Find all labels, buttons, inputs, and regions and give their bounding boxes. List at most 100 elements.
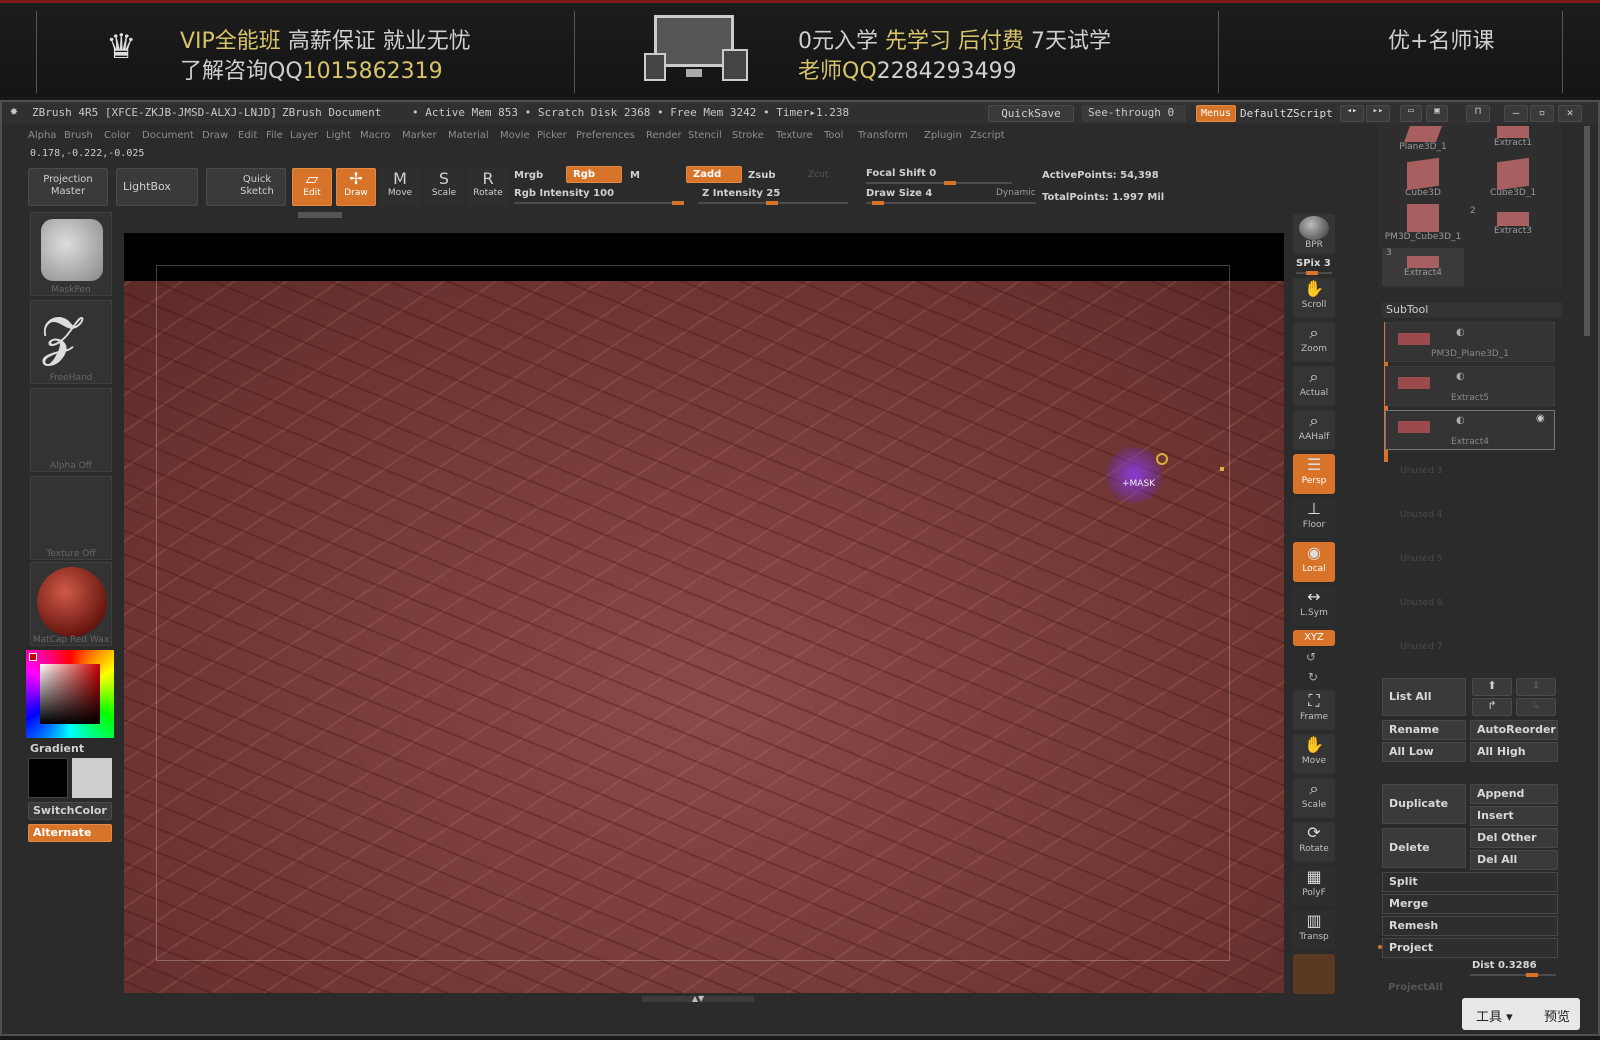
document-canvas[interactable]: +MASK: [124, 233, 1284, 993]
menu-item[interactable]: Stencil: [688, 130, 722, 141]
spix-slider[interactable]: SPix 3: [1296, 258, 1331, 269]
eye-toggle-icon[interactable]: ◐: [1456, 415, 1465, 426]
quicksave-button[interactable]: QuickSave: [988, 105, 1074, 122]
ad-banner[interactable]: ♛ VIP全能班 高薪保证 就业无忧 了解咨询QQ1015862319 0元入学…: [0, 0, 1600, 97]
zoom-button[interactable]: ⌕ Zoom: [1293, 322, 1335, 362]
draw-size-slider[interactable]: Draw Size 4: [866, 188, 932, 199]
quick-sketch-button[interactable]: Quick Sketch: [206, 168, 286, 206]
zadd-toggle[interactable]: Zadd: [686, 166, 742, 183]
alpha-selector[interactable]: Alpha Off: [30, 388, 112, 472]
tool-thumb-cube3d-1[interactable]: Cube3D_1: [1468, 157, 1558, 198]
menu-item[interactable]: Color: [104, 130, 130, 141]
local-button[interactable]: ◉ Local: [1293, 542, 1335, 582]
rotate-z-icon[interactable]: ↻: [1308, 670, 1318, 684]
layout-icon[interactable]: ▭: [1400, 105, 1422, 122]
alternate-button[interactable]: Alternate: [28, 824, 112, 842]
rotate-view-button[interactable]: ⟳ Rotate: [1293, 822, 1335, 862]
delete-button[interactable]: Delete: [1382, 828, 1466, 868]
subtool-item-pm3d-plane3d-1[interactable]: ◐ PM3D_Plane3D_1: [1385, 322, 1555, 362]
split-button[interactable]: Split: [1382, 872, 1558, 892]
subtool-up-icon[interactable]: ⬆: [1472, 678, 1512, 696]
minimize-icon[interactable]: –: [1504, 105, 1528, 122]
mrgb-toggle[interactable]: Mrgb: [514, 170, 543, 181]
tool-thumb-cube3d[interactable]: Cube3D: [1378, 157, 1468, 198]
lsym-button[interactable]: ↔ L.Sym: [1293, 586, 1335, 626]
menu-item[interactable]: Material: [448, 130, 489, 141]
remesh-button[interactable]: Remesh: [1382, 916, 1558, 936]
menu-item[interactable]: Marker: [402, 130, 437, 141]
list-all-button[interactable]: List All: [1382, 678, 1466, 716]
menu-item[interactable]: Stroke: [732, 130, 764, 141]
menu-item[interactable]: Macro: [360, 130, 390, 141]
menu-item[interactable]: Alpha: [28, 130, 56, 141]
autoreorder-button[interactable]: AutoReorder: [1470, 720, 1558, 740]
visibility-eye-icon[interactable]: ◉: [1536, 413, 1545, 424]
menu-item[interactable]: Edit: [238, 130, 257, 141]
menus-button[interactable]: Menus: [1196, 105, 1236, 122]
actual-button[interactable]: ⌕ Actual: [1293, 366, 1335, 406]
close-icon[interactable]: ✕: [1558, 105, 1582, 122]
toolbar-scroll-handle[interactable]: [298, 212, 342, 218]
eye-toggle-icon[interactable]: ◐: [1456, 371, 1465, 382]
subtool-move-down-icon[interactable]: ↳: [1516, 698, 1556, 716]
layout-next-icon[interactable]: ▸▸: [1366, 105, 1390, 122]
color-picker[interactable]: [26, 650, 114, 738]
focal-shift-slider[interactable]: Focal Shift 0: [866, 168, 936, 179]
panel-scrollbar[interactable]: [1584, 126, 1590, 336]
ghost-button[interactable]: [1293, 954, 1335, 994]
lock-icon[interactable]: ⊓: [1466, 105, 1490, 122]
tool-dropdown[interactable]: 工具 ▾: [1476, 1006, 1513, 1025]
main-color-swatch[interactable]: [28, 758, 68, 798]
subtool-item-extract5[interactable]: ◐ Extract5: [1385, 366, 1555, 406]
project-button[interactable]: Project: [1382, 938, 1558, 958]
secondary-color-swatch[interactable]: [72, 758, 112, 798]
del-all-button[interactable]: Del All: [1470, 850, 1558, 870]
menu-item[interactable]: Zscript: [970, 130, 1005, 141]
menu-item[interactable]: Texture: [776, 130, 813, 141]
append-button[interactable]: Append: [1470, 784, 1558, 804]
tool-thumb-extract3[interactable]: Extract3: [1468, 204, 1558, 236]
move-view-button[interactable]: ✋ Move: [1293, 734, 1335, 774]
subtool-header[interactable]: SubTool: [1382, 302, 1562, 318]
rename-button[interactable]: Rename: [1382, 720, 1466, 740]
menu-item[interactable]: Brush: [64, 130, 93, 141]
menu-item[interactable]: Light: [326, 130, 351, 141]
eye-toggle-icon[interactable]: ◐: [1456, 327, 1465, 338]
tool-thumb-plane3d-1[interactable]: Plane3D_1: [1378, 126, 1468, 152]
polyf-button[interactable]: ▦ PolyF: [1293, 866, 1335, 906]
maximize-icon[interactable]: ▫: [1530, 105, 1554, 122]
layout-prev-icon[interactable]: ◂▸: [1340, 105, 1364, 122]
floor-button[interactable]: ⊥ Floor: [1293, 498, 1335, 538]
menu-item[interactable]: Tool: [824, 130, 843, 141]
zsub-toggle[interactable]: Zsub: [748, 170, 775, 181]
texture-selector[interactable]: Texture Off: [30, 476, 112, 560]
project-all-button[interactable]: ProjectAll: [1388, 982, 1443, 993]
tool-thumb-extract4[interactable]: Extract4: [1382, 248, 1464, 286]
z-intensity-slider[interactable]: Z Intensity 25: [702, 188, 780, 199]
draw-button[interactable]: ✢ Draw: [336, 168, 376, 206]
dist-slider[interactable]: Dist 0.3286: [1472, 960, 1537, 971]
move-button[interactable]: M Move: [380, 168, 420, 206]
canvas-bottom-scroll[interactable]: ▲▼: [642, 995, 754, 1003]
all-low-button[interactable]: All Low: [1382, 742, 1466, 762]
duplicate-button[interactable]: Duplicate: [1382, 784, 1466, 824]
tool-thumb-pm3d-cube3d-1[interactable]: PM3D_Cube3D_1: [1378, 204, 1468, 242]
brush-selector[interactable]: MaskPen: [30, 212, 112, 296]
material-selector[interactable]: MatCap Red Wax: [30, 562, 112, 646]
xyz-button[interactable]: XYZ: [1293, 630, 1335, 646]
menu-item[interactable]: Layer: [290, 130, 318, 141]
persp-button[interactable]: ☰ Persp: [1293, 454, 1335, 494]
subtool-item-extract4[interactable]: ◐ ◉ Extract4: [1385, 410, 1555, 450]
edit-button[interactable]: ▱ Edit: [292, 168, 332, 206]
projection-master-button[interactable]: Projection Master: [28, 168, 108, 206]
stroke-selector[interactable]: 𝓩 FreeHand: [30, 300, 112, 384]
scale-view-button[interactable]: ⌕ Scale: [1293, 778, 1335, 818]
menu-item[interactable]: Render: [646, 130, 682, 141]
menu-item[interactable]: Document: [142, 130, 194, 141]
all-high-button[interactable]: All High: [1470, 742, 1558, 762]
rgb-toggle[interactable]: Rgb: [566, 166, 622, 183]
menu-item[interactable]: Movie: [500, 130, 530, 141]
see-through-slider[interactable]: See-through 0: [1082, 105, 1186, 122]
rgb-intensity-slider[interactable]: Rgb Intensity 100: [514, 188, 614, 199]
transp-button[interactable]: ▥ Transp: [1293, 910, 1335, 950]
